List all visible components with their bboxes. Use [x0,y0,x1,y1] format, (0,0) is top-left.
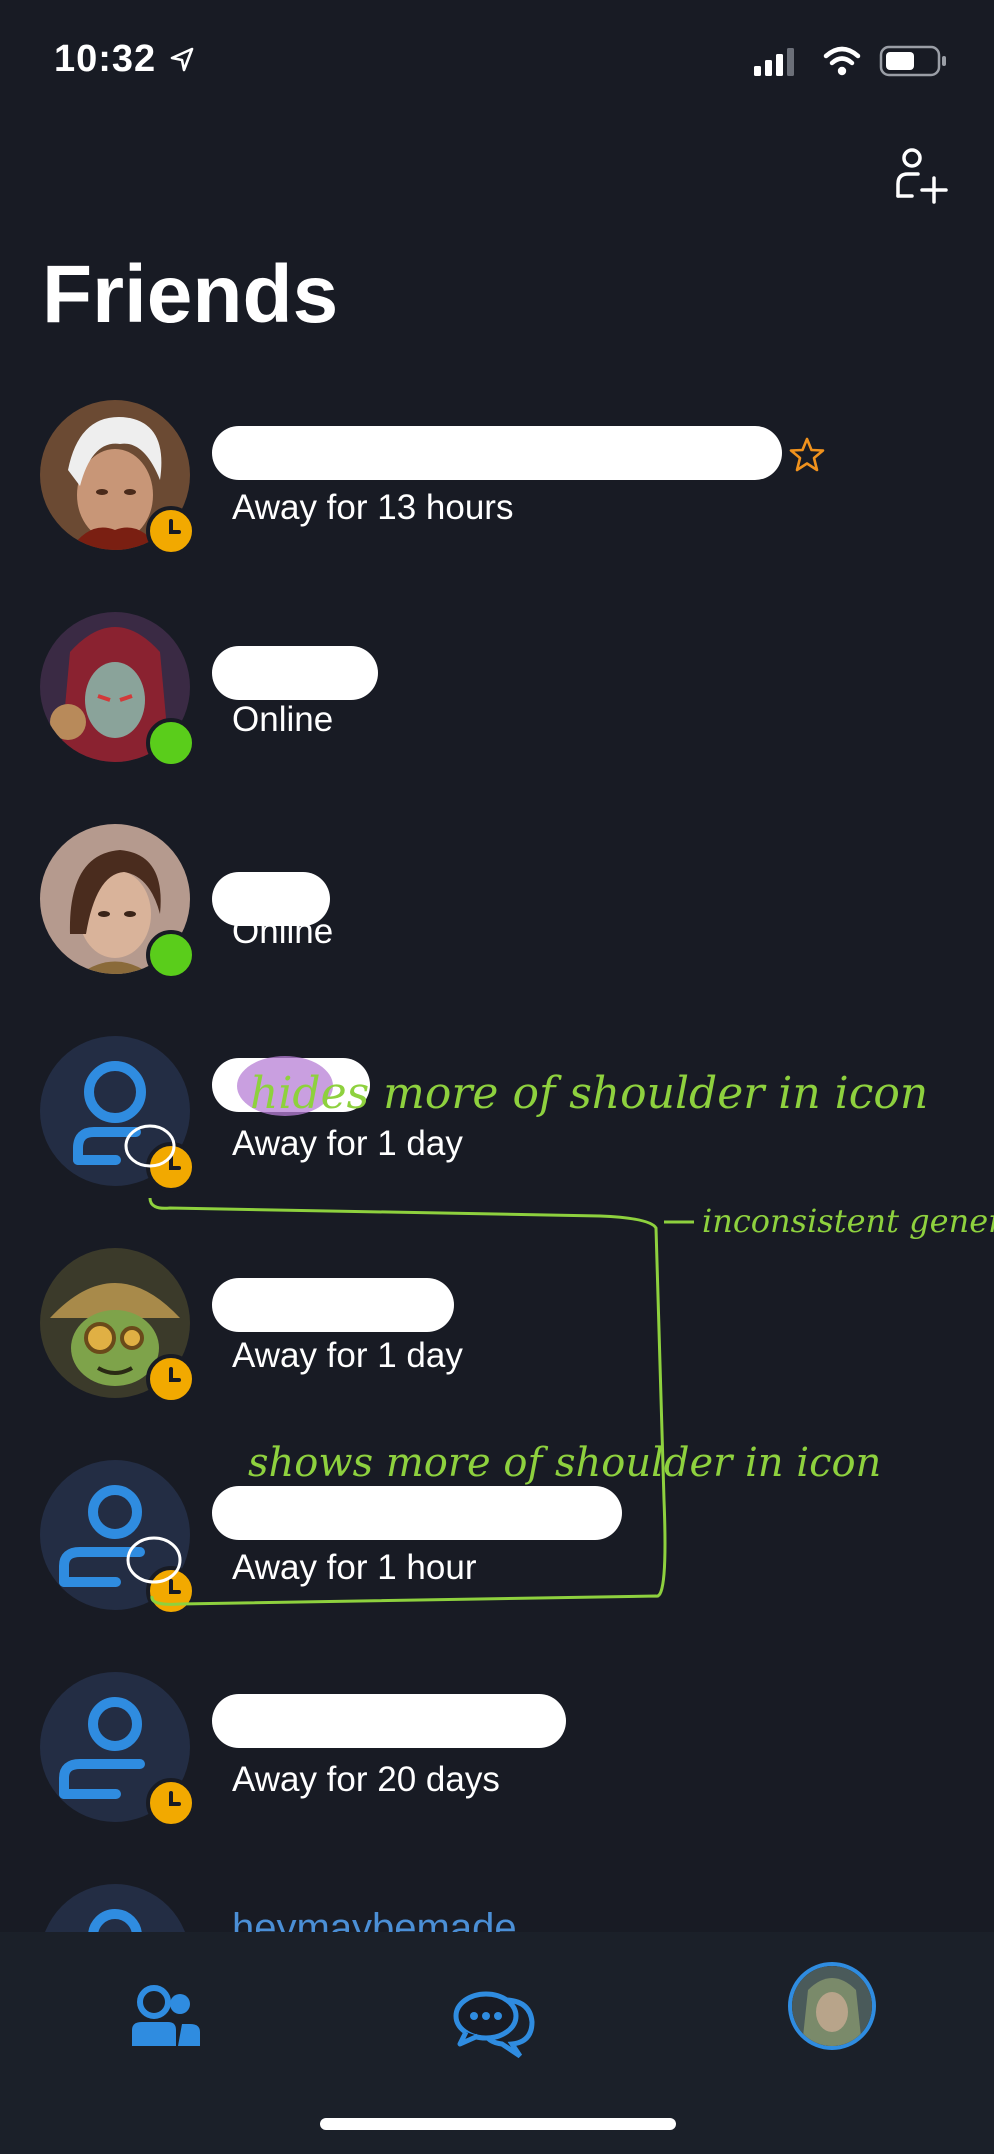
away-status-icon [146,1566,196,1616]
friend-name [212,1278,454,1332]
friend-row[interactable]: Away for 13 hours [0,400,994,600]
friend-row[interactable]: Online [0,612,994,812]
online-status-icon [146,718,196,768]
friend-status: Away for 20 days [232,1760,500,1799]
status-time: 10:32 [54,38,157,80]
friend-status: Away for 13 hours [232,488,514,527]
friend-row[interactable]: Online [0,824,994,1024]
friend-status: Away for 1 day [232,1336,463,1375]
location-arrow-icon [170,47,194,72]
partial-friend-avatar [40,1884,190,1932]
friend-row[interactable]: Away for 20 days [0,1672,994,1872]
friend-name [212,646,378,700]
friend-status: Online [232,700,334,739]
wifi-icon [823,46,861,76]
add-friend-icon[interactable] [890,144,954,208]
away-status-icon [146,506,196,556]
away-status-icon [146,1142,196,1192]
friend-name [212,426,782,480]
friend-row[interactable]: Away for 1 hour [0,1460,994,1660]
profile-tab-avatar[interactable] [788,1962,876,2050]
friend-status: Online [232,912,334,951]
online-status-icon [146,930,196,980]
system-status-icons [754,45,946,77]
favorite-star-icon[interactable] [788,436,826,474]
away-status-icon [146,1354,196,1404]
status-bar: 10:32 [0,0,994,120]
friend-row[interactable]: Away for 1 day [0,1248,994,1448]
chat-tab-icon[interactable] [446,1970,546,2070]
page-title: Friends [42,249,339,340]
battery-icon [879,45,946,77]
friends-tab-icon[interactable] [116,1970,216,2070]
friend-status: Away for 1 hour [232,1548,477,1587]
away-status-icon [146,1778,196,1828]
friend-name [212,1694,566,1748]
friend-name [212,1486,622,1540]
friend-row[interactable]: Away for 1 day [0,1036,994,1236]
home-indicator [320,2118,676,2130]
cellular-icon [754,48,794,76]
friend-status: Away for 1 day [232,1124,463,1163]
friend-name [212,1058,370,1112]
